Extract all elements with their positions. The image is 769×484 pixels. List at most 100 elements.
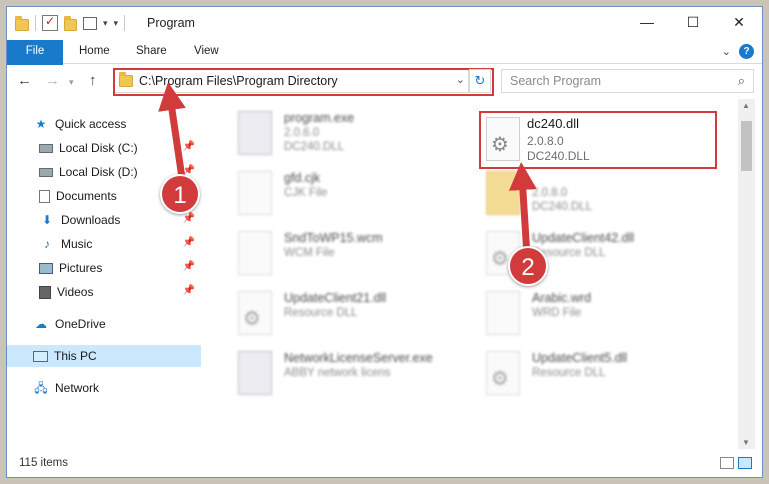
tab-home[interactable]: Home bbox=[67, 40, 122, 63]
file-name: SndToWP15.wcm bbox=[284, 231, 383, 245]
search-placeholder: Search Program bbox=[510, 74, 602, 88]
drive-icon bbox=[39, 167, 53, 177]
downloads-icon: ⬇ bbox=[41, 213, 53, 227]
sidebar-item-label: Documents bbox=[56, 189, 117, 203]
window-title: Program bbox=[147, 16, 195, 30]
large-icons-view-icon[interactable] bbox=[738, 457, 752, 469]
expand-ribbon-icon[interactable]: ⌄ bbox=[722, 45, 731, 58]
pin-icon[interactable]: 📌 bbox=[183, 213, 195, 224]
search-icon: ⌕ bbox=[737, 73, 745, 88]
new-folder-icon[interactable] bbox=[64, 15, 77, 31]
properties-icon[interactable] bbox=[42, 14, 58, 31]
dll-file-icon bbox=[238, 291, 272, 335]
videos-icon bbox=[39, 285, 51, 299]
file-description: DC240.DLL bbox=[532, 201, 593, 213]
sidebar-item-label: Videos bbox=[57, 285, 94, 299]
view-toggle bbox=[720, 457, 752, 469]
pin-icon[interactable]: 📌 bbox=[183, 261, 195, 272]
pictures-icon bbox=[39, 262, 53, 274]
drive-icon bbox=[39, 143, 53, 153]
file-version: 2.0.8.0 bbox=[527, 134, 564, 148]
file-version: 2.0.8.0 bbox=[532, 187, 568, 199]
sidebar-item-quick-access[interactable]: ★ Quick access bbox=[7, 113, 201, 135]
documents-icon bbox=[39, 189, 50, 203]
recent-locations-icon[interactable]: ▾ bbox=[69, 77, 74, 88]
file-item[interactable]: UpdateClient21.dll Resource DLL bbox=[228, 289, 468, 343]
music-icon: ♪ bbox=[44, 237, 50, 251]
file-item[interactable]: SndToWP15.wcm WCM File bbox=[228, 229, 468, 283]
file-item[interactable]: program.exe 2.0.6.0 DC240.DLL bbox=[228, 109, 468, 163]
dll-file-icon bbox=[486, 117, 520, 161]
sidebar-item-videos[interactable]: Videos 📌 bbox=[7, 281, 201, 303]
document-file-icon bbox=[238, 171, 272, 215]
title-bar: ▾ ▾ Program — ☐ ✕ bbox=[7, 7, 762, 39]
up-arrow-icon[interactable]: ↑ bbox=[89, 72, 97, 89]
customize-toolbar-icon[interactable]: ▾ bbox=[114, 18, 119, 29]
sidebar-item-music[interactable]: ♪ Music 📌 bbox=[7, 233, 201, 255]
help-icon[interactable]: ? bbox=[739, 44, 754, 59]
pin-icon[interactable]: 📌 bbox=[183, 141, 195, 152]
scroll-down-icon[interactable]: ▼ bbox=[742, 438, 750, 447]
scrollbar-thumb[interactable] bbox=[741, 121, 752, 171]
back-arrow-icon[interactable]: ← bbox=[17, 72, 32, 89]
file-description: DC240.DLL bbox=[284, 141, 345, 153]
sidebar-item-network[interactable]: 🖧 Network bbox=[7, 377, 201, 399]
view-options-icon[interactable] bbox=[83, 16, 97, 30]
file-name: gfd.cjk bbox=[284, 171, 321, 185]
target-dll-file[interactable]: dc240.dll 2.0.8.0 DC240.DLL bbox=[479, 111, 717, 169]
details-view-icon[interactable] bbox=[720, 457, 734, 469]
tab-view[interactable]: View bbox=[182, 40, 231, 63]
sidebar-item-this-pc[interactable]: This PC bbox=[7, 345, 201, 367]
maximize-button[interactable]: ☐ bbox=[670, 7, 716, 37]
status-bar: 115 items bbox=[7, 450, 762, 477]
exe-file-icon bbox=[238, 351, 272, 395]
file-name: NetworkLicenseServer.exe bbox=[284, 351, 433, 365]
sidebar-item-onedrive[interactable]: ☁ OneDrive bbox=[7, 313, 201, 335]
file-name: program.exe bbox=[284, 111, 355, 125]
file-item[interactable]: gfd.cjk CJK File bbox=[228, 169, 468, 223]
minimize-button[interactable]: — bbox=[624, 7, 670, 37]
ribbon-right-controls: ⌄ ? bbox=[722, 44, 754, 59]
sidebar-item-label: OneDrive bbox=[55, 317, 106, 331]
chevron-down-icon[interactable]: ▾ bbox=[103, 18, 108, 29]
item-count: 115 items bbox=[19, 457, 69, 469]
file-item[interactable]: 2.0.8.0 DC240.DLL bbox=[476, 169, 716, 223]
network-icon: 🖧 bbox=[34, 381, 48, 395]
search-input[interactable]: Search Program ⌕ bbox=[501, 69, 754, 93]
file-name: dc240.dll bbox=[527, 116, 580, 131]
file-name: UpdateClient5.dll bbox=[532, 351, 628, 365]
file-item[interactable]: Arabic.wrd WRD File bbox=[476, 289, 716, 343]
file-item[interactable]: UpdateClient5.dll Resource DLL bbox=[476, 349, 716, 403]
file-description: DC240.DLL bbox=[527, 149, 590, 163]
pin-icon[interactable]: 📌 bbox=[183, 285, 195, 296]
refresh-icon[interactable]: ↻ bbox=[469, 69, 491, 93]
file-item[interactable]: NetworkLicenseServer.exe ABBY network li… bbox=[228, 349, 468, 403]
file-version: 2.0.6.0 bbox=[284, 127, 320, 139]
file-name: UpdateClient42.dll bbox=[532, 231, 635, 245]
vertical-scrollbar[interactable]: ▲ ▼ bbox=[738, 99, 755, 449]
exe-file-icon bbox=[238, 111, 272, 155]
sidebar-item-label: Quick access bbox=[55, 117, 127, 131]
sidebar-item-label: Local Disk (D:) bbox=[59, 165, 138, 179]
dll-file-icon bbox=[486, 351, 520, 395]
sidebar-item-local-disk-c[interactable]: Local Disk (C:) 📌 bbox=[7, 137, 201, 159]
sidebar-item-label: Network bbox=[55, 381, 100, 395]
document-file-icon bbox=[238, 231, 272, 275]
sidebar-item-label: Local Disk (C:) bbox=[59, 141, 138, 155]
pin-icon[interactable]: 📌 bbox=[183, 237, 195, 248]
forward-arrow-icon[interactable]: → bbox=[45, 72, 60, 89]
sidebar-item-pictures[interactable]: Pictures 📌 bbox=[7, 257, 201, 279]
document-file-icon bbox=[486, 291, 520, 335]
tab-share[interactable]: Share bbox=[124, 40, 179, 63]
scroll-up-icon[interactable]: ▲ bbox=[742, 101, 750, 110]
navigation-bar: ← → ▾ ↑ C:\Program Files\Program Directo… bbox=[7, 65, 762, 98]
folder-icon bbox=[15, 15, 29, 31]
cloud-icon: ☁ bbox=[35, 317, 47, 331]
window-controls: — ☐ ✕ bbox=[624, 7, 762, 37]
close-button[interactable]: ✕ bbox=[716, 7, 762, 37]
sidebar-item-label: This PC bbox=[54, 349, 97, 363]
file-explorer-window: ▾ ▾ Program — ☐ ✕ File Home Share View ⌄… bbox=[6, 6, 763, 478]
navigation-pane: ★ Quick access Local Disk (C:) 📌 Local D… bbox=[7, 99, 203, 449]
sidebar-item-label: Downloads bbox=[61, 213, 121, 227]
file-type: CJK File bbox=[284, 187, 328, 199]
